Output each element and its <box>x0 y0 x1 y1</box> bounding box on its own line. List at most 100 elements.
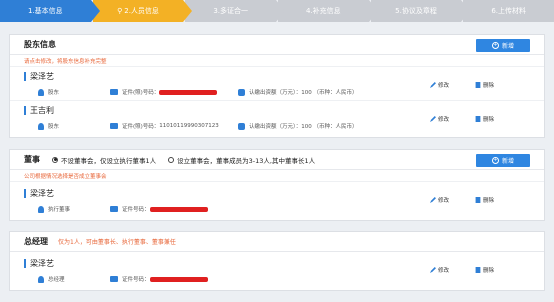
shareholder-name: 王吉利 <box>24 106 54 115</box>
step-label: 4.补充信息 <box>306 7 341 15</box>
person-icon <box>38 205 44 213</box>
person-icon <box>38 88 44 96</box>
trash-icon <box>475 267 481 273</box>
edit-button[interactable]: 修改 <box>429 196 449 204</box>
person-step-icon: ⚲ <box>117 7 123 15</box>
step-label: 6.上传材料 <box>491 7 527 15</box>
delete-label: 删除 <box>482 198 494 204</box>
money-bag-icon <box>238 122 245 130</box>
id-label: 证件(照)号码： <box>122 90 160 96</box>
edit-button[interactable]: 修改 <box>429 115 449 123</box>
person-icon <box>38 275 44 283</box>
edit-label: 修改 <box>437 268 449 274</box>
id-cell: 证件号码： <box>110 205 208 213</box>
role-text: 执行董事 <box>48 207 71 213</box>
capital-text: 认缴出资额（万元）：100 （币种：人民币） <box>249 90 358 96</box>
panel-header: 股东信息 + 新增 <box>10 35 544 55</box>
id-card-icon <box>110 123 118 129</box>
panel-note: 请点击修改，将股东信息补充完整 <box>10 55 544 67</box>
radio-label: 不设董事会，仅设立执行董事1人 <box>61 156 157 165</box>
role-cell: 总经理 <box>38 275 110 283</box>
id-value: 11010119990307123 <box>159 123 219 129</box>
role-cell: 执行董事 <box>38 205 110 213</box>
redaction-mark <box>159 89 218 95</box>
delete-label: 删除 <box>482 268 494 274</box>
redaction-mark <box>149 276 208 282</box>
role-cell: 股东 <box>38 88 110 96</box>
step-label: 2.人员信息 <box>124 7 159 15</box>
manager-row: 梁泽艺 总经理 证件号码： 修改 删除 <box>10 252 544 290</box>
delete-button[interactable]: 删除 <box>475 266 494 274</box>
row-actions: 修改 删除 <box>429 115 494 123</box>
trash-icon <box>475 197 481 203</box>
id-label: 证件号码： <box>122 207 150 213</box>
step-multi-license[interactable]: 3.多证合一 <box>185 0 285 22</box>
id-label: 证件(照)号码： <box>122 124 160 130</box>
step-label: 3.多证合一 <box>213 7 249 15</box>
step-agreement[interactable]: 5.协议及章程 <box>370 0 471 22</box>
delete-label: 删除 <box>482 83 494 89</box>
row-details: 执行董事 证件号码： <box>38 205 298 213</box>
panel-header: 总经理 仅为1人，可由董事长、执行董事、董事兼任 <box>10 232 544 252</box>
delete-button[interactable]: 删除 <box>475 115 494 123</box>
panel-title: 总经理 <box>24 237 48 246</box>
step-basic-info[interactable]: 1.基本信息 <box>0 0 100 22</box>
pencil-icon <box>429 267 436 273</box>
plus-icon: + <box>491 42 499 49</box>
pencil-icon <box>429 197 436 203</box>
shareholder-row: 王吉利 股东 证件(照)号码： 11010119990307123 认缴出资额（万… <box>10 101 544 135</box>
role-text: 总经理 <box>48 277 65 283</box>
id-label: 证件号码： <box>122 277 150 283</box>
step-supplementary-info[interactable]: 4.补充信息 <box>278 0 378 22</box>
row-actions: 修改 删除 <box>429 81 494 89</box>
edit-label: 修改 <box>437 83 449 89</box>
capital-cell: 认缴出资额（万元）：100 （币种：人民币） <box>238 122 358 130</box>
add-director-button[interactable]: + 新增 <box>476 154 530 167</box>
manager-name: 梁泽艺 <box>24 259 54 268</box>
director-row: 梁泽艺 执行董事 证件号码： 修改 删除 <box>10 182 544 220</box>
edit-label: 修改 <box>437 198 449 204</box>
shareholder-panel: 股东信息 + 新增 请点击修改，将股东信息补充完整 梁泽艺 股东 证件(照)号码：… <box>9 34 545 138</box>
radio-no-board[interactable]: 不设董事会，仅设立执行董事1人 <box>52 155 156 165</box>
step-label: 5.协议及章程 <box>395 7 437 15</box>
plus-icon: + <box>491 157 499 164</box>
edit-label: 修改 <box>437 117 449 123</box>
id-cell: 证件号码： <box>110 275 208 283</box>
row-actions: 修改 删除 <box>429 266 494 274</box>
panel-title: 董事 <box>24 155 40 164</box>
step-progress-bar: 1.基本信息 ⚲ 2.人员信息 3.多证合一 4.补充信息 5.协议及章程 6.上… <box>0 0 554 22</box>
pencil-icon <box>429 82 436 88</box>
step-personnel-info[interactable]: ⚲ 2.人员信息 <box>92 0 192 22</box>
step-upload[interactable]: 6.上传材料 <box>463 0 554 22</box>
director-name: 梁泽艺 <box>24 189 54 198</box>
shareholder-row: 梁泽艺 股东 证件(照)号码： 认缴出资额（万元）：100 （币种：人民币） 修… <box>10 67 544 101</box>
role-text: 股东 <box>48 90 60 96</box>
radio-set-board[interactable]: 设立董事会，董事成员为3-13人,其中董事长1人 <box>168 155 315 165</box>
radio-dot <box>168 156 175 163</box>
edit-button[interactable]: 修改 <box>429 81 449 89</box>
money-bag-icon <box>238 88 245 96</box>
step-label: 1.基本信息 <box>27 7 63 15</box>
delete-label: 删除 <box>482 117 494 123</box>
capital-text: 认缴出资额（万元）：100 （币种：人民币） <box>249 124 358 130</box>
trash-icon <box>475 82 481 88</box>
id-card-icon <box>110 276 118 282</box>
trash-icon <box>475 116 481 122</box>
delete-button[interactable]: 删除 <box>475 196 494 204</box>
pencil-icon <box>429 116 436 122</box>
shareholder-name: 梁泽艺 <box>24 72 54 81</box>
person-icon <box>38 122 44 130</box>
row-details: 股东 证件(照)号码： 11010119990307123 认缴出资额（万元）：1… <box>38 122 368 130</box>
add-label: 新增 <box>501 158 514 165</box>
add-shareholder-button[interactable]: + 新增 <box>476 39 530 52</box>
panel-note: 公司根据情况选择是否成立董事会 <box>10 170 544 182</box>
row-details: 股东 证件(照)号码： 认缴出资额（万元）：100 （币种：人民币） <box>38 88 368 96</box>
delete-button[interactable]: 删除 <box>475 81 494 89</box>
panel-title: 股东信息 <box>24 40 56 49</box>
role-text: 股东 <box>48 124 60 130</box>
redaction-mark <box>149 206 208 212</box>
role-cell: 股东 <box>38 122 110 130</box>
add-label: 新增 <box>501 43 514 50</box>
panel-note: 仅为1人，可由董事长、执行董事、董事兼任 <box>58 239 176 246</box>
edit-button[interactable]: 修改 <box>429 266 449 274</box>
